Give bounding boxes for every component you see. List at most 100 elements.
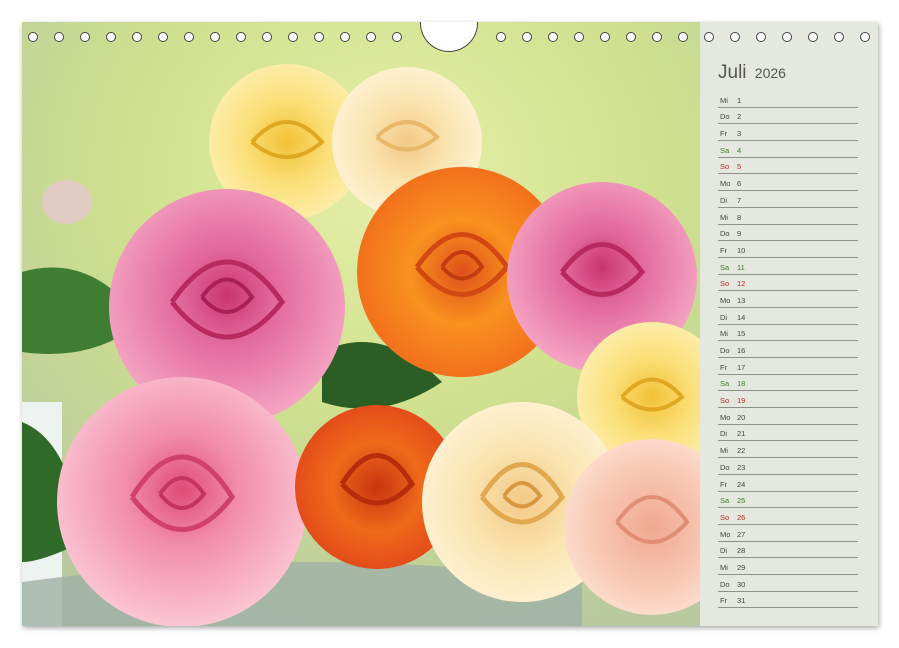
day-number: 17 [737,362,746,372]
day-name: Fr [720,129,728,139]
month-name: Juli [718,62,747,83]
month-title: Juli 2026 [718,62,786,84]
day-row: Fr 24 [718,475,858,492]
day-row: So 12 [718,275,858,292]
day-name: Mo [720,295,731,305]
day-row: Sa 11 [718,258,858,275]
day-number: 26 [737,512,746,522]
day-number: 24 [737,479,746,489]
day-name: Mi [720,212,728,222]
year-label: 2026 [754,65,786,81]
day-row: Di 21 [718,425,858,442]
day-number: 9 [737,229,742,239]
day-name: Sa [720,379,730,389]
day-number: 10 [737,245,746,255]
day-name: Mi [720,446,728,456]
day-row: Mi 1 [718,91,858,108]
day-row: Do 2 [718,108,858,125]
day-number: 1 [737,95,742,105]
day-number: 16 [737,346,746,355]
day-row: Fr 31 [718,592,858,609]
day-row: Fr 17 [718,358,858,375]
day-row: Di 14 [718,308,858,325]
day-row: Mi 29 [718,558,858,575]
day-row: Do 9 [718,225,858,242]
day-name: Do [720,346,730,355]
day-name: Sa [720,145,730,155]
day-row: Di 28 [718,542,858,559]
day-number: 19 [737,396,746,406]
day-name: Mo [720,412,731,422]
day-name: So [720,162,730,172]
day-row: Mo 20 [718,408,858,425]
day-number: 13 [737,295,746,305]
day-number: 2 [737,112,742,122]
day-number: 27 [737,529,746,539]
day-row: Mi 22 [718,441,858,459]
day-number: 20 [737,412,746,422]
day-number: 21 [737,429,746,439]
day-name: Fr [720,479,728,489]
day-number: 15 [737,329,746,339]
day-name: Do [720,579,730,589]
day-row: Mi 8 [718,208,858,225]
day-row: Di 7 [718,191,858,208]
day-name: Fr [720,596,728,606]
day-name: Mi [720,562,728,572]
day-row: So 26 [718,508,858,525]
day-row: Fr 3 [718,124,858,142]
day-row: Do 30 [718,575,858,592]
day-number: 28 [737,546,746,556]
day-row: Mo 27 [718,525,858,542]
day-name: Sa [720,262,730,272]
day-name: Do [720,112,730,122]
day-name: Di [720,312,728,322]
day-row: Sa 4 [718,141,858,158]
day-number: 5 [737,162,742,172]
day-row: Mo 13 [718,291,858,308]
day-name: So [720,396,730,406]
day-name: Do [720,462,730,472]
day-number: 7 [737,195,742,205]
calendar-page: Juli 2026 Mi 1 Do 2 Fr 3 Sa 4 So 5 Mo 6 Di 7 Mi 8 Do 9 Fr 1… [22,22,878,626]
day-number: 14 [737,312,746,322]
day-name: Mi [720,329,728,339]
rose-bouquet-photo [22,22,700,626]
day-number: 3 [737,129,742,139]
day-number: 8 [737,212,742,222]
day-number: 4 [737,145,742,155]
day-number: 6 [737,179,742,189]
day-row: Mo 6 [718,174,858,192]
day-name: Mi [720,95,728,105]
day-number: 18 [737,379,746,389]
day-row: Sa 18 [718,375,858,392]
day-row: Do 16 [718,341,858,358]
day-number: 22 [737,446,746,456]
day-number: 11 [737,262,745,272]
day-number: 29 [737,562,746,572]
day-name: Mo [720,529,731,539]
day-name: Sa [720,496,730,506]
day-name: Fr [720,245,728,255]
day-name: Di [720,195,728,205]
calendar-panel: Juli 2026 Mi 1 Do 2 Fr 3 Sa 4 So 5 Mo 6 Di 7 Mi 8 Do 9 Fr 1… [700,22,878,626]
day-name: So [720,512,730,522]
day-name: Fr [720,362,728,372]
day-row: Fr 10 [718,241,858,258]
day-row: Do 23 [718,458,858,475]
day-name: So [720,279,730,289]
day-number: 31 [737,596,746,606]
day-number: 23 [737,462,746,472]
day-number: 12 [737,279,746,289]
day-row: So 19 [718,391,858,409]
day-name: Di [720,429,728,439]
day-row: So 5 [718,158,858,175]
day-number: 30 [737,579,746,589]
day-name: Di [720,546,728,556]
day-name: Do [720,229,730,239]
day-name: Mo [720,179,731,189]
day-row: Mi 15 [718,325,858,342]
day-number: 25 [737,496,746,506]
day-list: Mi 1 Do 2 Fr 3 Sa 4 So 5 Mo 6 Di 7 Mi 8 Do 9 Fr 10 Sa 11 So 12 M… [718,91,858,609]
day-row: Sa 25 [718,492,858,509]
